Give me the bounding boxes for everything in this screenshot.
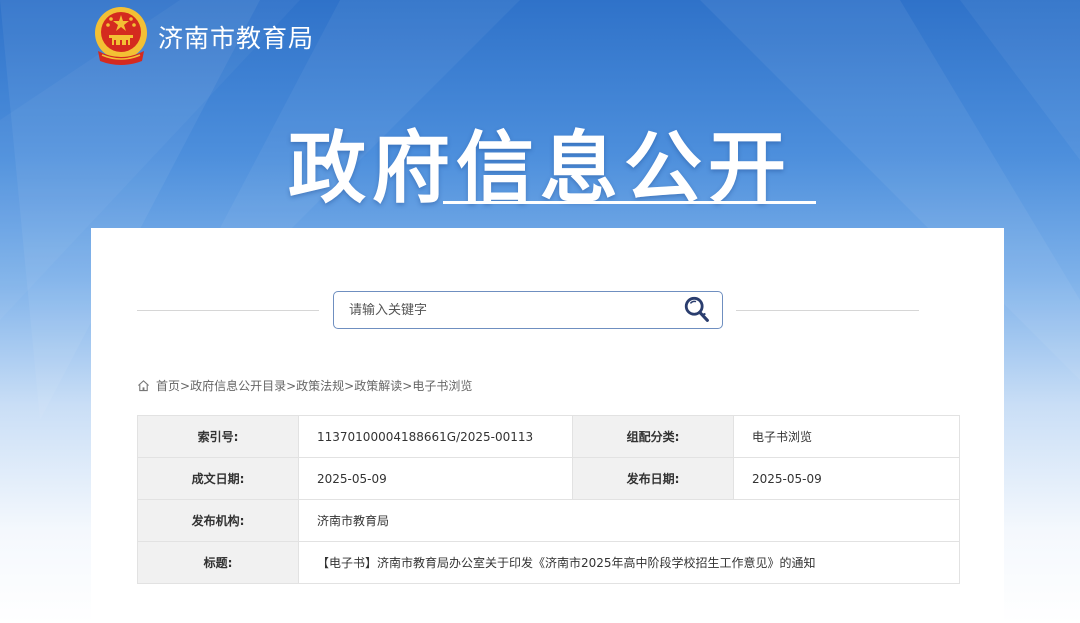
agency-value: 济南市教育局 xyxy=(298,499,960,542)
table-row: 成文日期: 2025-05-09 发布日期: 2025-05-09 xyxy=(137,457,960,500)
published-date-label: 发布日期: xyxy=(572,457,734,500)
index-label: 索引号: xyxy=(137,415,299,458)
table-row: 标题: 【电子书】济南市教育局办公室关于印发《济南市2025年高中阶段学校招生工… xyxy=(137,541,960,584)
category-label: 组配分类: xyxy=(572,415,734,458)
breadcrumb-info-catalog[interactable]: 政府信息公开目录 xyxy=(190,377,286,394)
created-date-label: 成文日期: xyxy=(137,457,299,500)
site-name[interactable]: 济南市教育局 xyxy=(158,19,314,55)
title-underline xyxy=(443,201,816,204)
title-label: 标题: xyxy=(137,541,299,584)
breadcrumb: 首页 > 政府信息公开目录 > 政策法规 > 政策解读 > 电子书浏览 xyxy=(137,377,472,394)
table-row: 索引号: 11370100004188661G/2025-00113 组配分类:… xyxy=(137,415,960,458)
published-date-value: 2025-05-09 xyxy=(733,457,960,500)
national-emblem-icon xyxy=(95,7,147,65)
table-row: 发布机构: 济南市教育局 xyxy=(137,499,960,542)
breadcrumb-separator: > xyxy=(286,378,297,393)
search-box xyxy=(333,291,723,329)
search-divider-left xyxy=(137,310,319,311)
index-value: 11370100004188661G/2025-00113 xyxy=(298,415,573,458)
search-divider-right xyxy=(736,310,919,311)
info-table: 索引号: 11370100004188661G/2025-00113 组配分类:… xyxy=(137,415,960,584)
created-date-value: 2025-05-09 xyxy=(298,457,573,500)
site-header: 济南市教育局 xyxy=(92,4,314,70)
breadcrumb-ebook-browse[interactable]: 电子书浏览 xyxy=(412,377,472,394)
agency-label: 发布机构: xyxy=(137,499,299,542)
search-icon xyxy=(684,296,709,322)
document-title-value: 【电子书】济南市教育局办公室关于印发《济南市2025年高中阶段学校招生工作意见》… xyxy=(298,541,960,584)
home-icon xyxy=(138,380,149,392)
breadcrumb-home[interactable]: 首页 xyxy=(156,377,180,394)
breadcrumb-policy-regulations[interactable]: 政策法规 xyxy=(296,377,344,394)
category-value: 电子书浏览 xyxy=(733,415,960,458)
breadcrumb-policy-interpretation[interactable]: 政策解读 xyxy=(354,377,402,394)
breadcrumb-separator: > xyxy=(402,378,413,393)
breadcrumb-separator: > xyxy=(180,378,191,393)
search-button[interactable] xyxy=(672,292,722,328)
content-panel: 首页 > 政府信息公开目录 > 政策法规 > 政策解读 > 电子书浏览 索引号:… xyxy=(91,228,1004,623)
search-input[interactable] xyxy=(334,302,672,318)
breadcrumb-separator: > xyxy=(344,378,355,393)
